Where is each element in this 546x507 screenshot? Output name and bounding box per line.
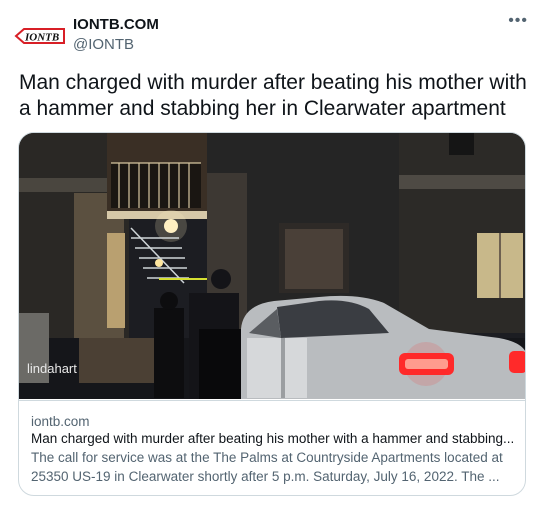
card-description: The call for service was at the The Palm… <box>31 450 503 484</box>
author-name[interactable]: IONTB.COM <box>73 16 159 34</box>
iontb-logo-icon: IONTB <box>14 28 65 44</box>
logo-text: IONTB <box>24 32 59 44</box>
card-meta: iontb.com Man charged with murder after … <box>19 400 525 495</box>
tweet: IONTB IONTB.COM @IONTB ••• Man charged w… <box>0 0 546 507</box>
night-scene-image <box>19 133 525 399</box>
card-title: Man charged with murder after beating hi… <box>31 431 515 446</box>
card-image: lindahart <box>19 133 525 399</box>
link-card[interactable]: lindahart iontb.com Man charged with mur… <box>18 132 526 496</box>
image-watermark: lindahart <box>27 361 77 376</box>
author-handle[interactable]: @IONTB <box>73 35 159 54</box>
tweet-header: IONTB.COM @IONTB <box>73 16 159 54</box>
avatar[interactable]: IONTB <box>14 18 66 54</box>
card-domain: iontb.com <box>31 414 90 429</box>
more-dots-icon[interactable]: ••• <box>508 12 528 30</box>
tweet-text: Man charged with murder after beating hi… <box>19 71 527 120</box>
